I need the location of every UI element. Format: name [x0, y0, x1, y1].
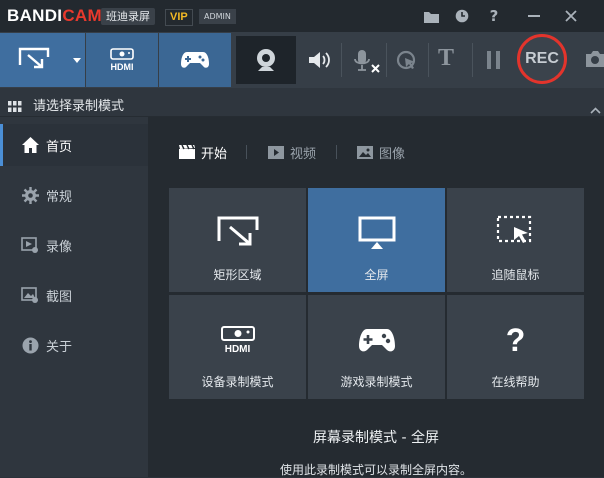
webcam-preview[interactable] [236, 36, 296, 84]
camera-icon[interactable] [585, 50, 604, 72]
info-icon [20, 337, 40, 354]
help-icon: ? [505, 321, 526, 358]
collapse-icon[interactable] [590, 99, 601, 118]
mode-dropdown-button[interactable] [68, 33, 85, 87]
tab-label: 开始 [201, 146, 228, 162]
sidebar-item-about[interactable]: 关于 [0, 324, 148, 366]
device-mode-button[interactable]: HDMI [86, 33, 158, 87]
mode-card-label: 矩形区域 [213, 268, 262, 282]
mode-description-title: 屏幕录制模式 - 全屏 [313, 430, 439, 446]
sidebar-item-label: 关于 [46, 339, 73, 355]
section-title: 请选择录制模式 [33, 99, 125, 114]
monitor-icon [358, 215, 396, 251]
grid-menu-icon[interactable] [8, 97, 22, 116]
speaker-icon[interactable] [308, 50, 330, 74]
clapperboard-icon [179, 145, 195, 159]
text-overlay-icon[interactable]: T [438, 45, 454, 72]
rectangle-area-icon [216, 215, 260, 251]
pause-icon[interactable] [487, 51, 501, 73]
chevron-down-icon [72, 57, 81, 63]
folder-icon[interactable] [420, 5, 442, 27]
close-icon[interactable] [560, 5, 582, 27]
sidebar-item-label: 截图 [46, 289, 73, 305]
mode-card-label: 全屏 [364, 268, 389, 282]
sidebar-item-video[interactable]: 录像 [0, 224, 148, 266]
sidebar-item-label: 首页 [46, 139, 73, 155]
game-mode-button[interactable] [159, 33, 231, 87]
sidebar-item-screenshot[interactable]: 截图 [0, 274, 148, 316]
webcam-icon [257, 49, 275, 71]
app-logo: BANDICAM [7, 6, 102, 25]
follow-mouse-icon [496, 215, 536, 251]
tab-start[interactable]: 开始 [179, 143, 228, 162]
mode-card-rectangle[interactable]: 矩形区域 [169, 188, 306, 292]
mode-card-online-help[interactable]: ? 在线帮助 [447, 295, 584, 399]
mode-card-label: 追随鼠标 [491, 268, 540, 282]
rectangle-area-icon [18, 47, 50, 69]
hdmi-label: HDMI [224, 344, 251, 355]
help-icon[interactable]: ? [483, 5, 505, 27]
rectangle-mode-button[interactable] [0, 33, 68, 87]
sidebar-item-home[interactable]: 首页 [0, 124, 148, 166]
admin-badge: ADMIN [199, 9, 236, 24]
tab-image[interactable]: 图像 [357, 143, 406, 162]
sidebar-item-label: 常规 [46, 189, 73, 205]
tab-label: 图像 [379, 146, 406, 162]
vip-badge[interactable]: VIP [165, 9, 193, 26]
mode-description-text: 使用此录制模式可以录制全屏内容。 [279, 463, 472, 477]
mode-card-device[interactable]: HDMI 设备录制模式 [169, 295, 306, 399]
mode-card-fullscreen[interactable]: 全屏 [308, 188, 445, 292]
cursor-effect-icon[interactable] [396, 50, 418, 76]
image-icon [357, 145, 373, 159]
mode-card-follow-mouse[interactable]: 追随鼠标 [447, 188, 584, 292]
hdmi-device-icon [110, 48, 134, 60]
mode-card-label: 游戏录制模式 [340, 375, 413, 389]
clock-icon[interactable] [451, 5, 473, 27]
minimize-icon[interactable] [523, 5, 545, 27]
sidebar-item-general[interactable]: 常规 [0, 174, 148, 216]
video-settings-icon [20, 237, 40, 253]
mode-card-game[interactable]: 游戏录制模式 [308, 295, 445, 399]
hdmi-label: HDMI [110, 62, 134, 72]
play-icon [268, 145, 284, 159]
app-name: 班迪录屏 [101, 8, 155, 25]
gamepad-icon [181, 52, 209, 68]
image-settings-icon [20, 287, 40, 303]
record-button[interactable]: REC [517, 34, 567, 84]
home-icon [20, 137, 40, 153]
sidebar-item-label: 录像 [46, 239, 73, 255]
microphone-icon[interactable] [353, 49, 381, 79]
tab-label: 视频 [290, 146, 317, 162]
gamepad-icon [358, 322, 396, 358]
mode-card-label: 设备录制模式 [201, 375, 274, 389]
tab-video[interactable]: 视频 [268, 143, 317, 162]
gear-icon [20, 186, 40, 204]
mode-card-label: 在线帮助 [491, 375, 540, 389]
hdmi-device-icon: HDMI [220, 322, 256, 358]
